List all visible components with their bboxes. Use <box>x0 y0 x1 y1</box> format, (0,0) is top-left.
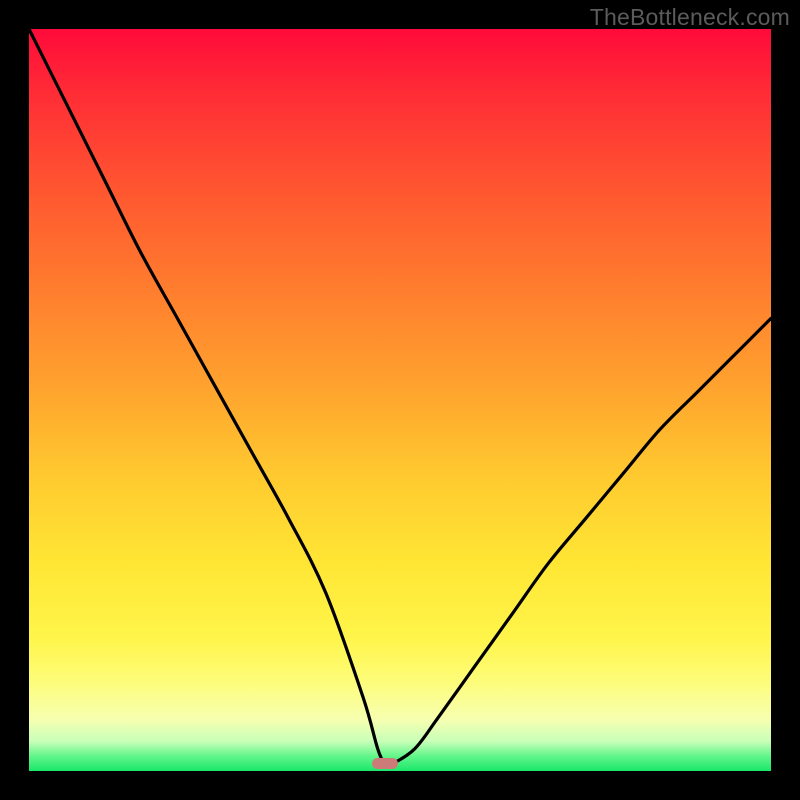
watermark-text: TheBottleneck.com <box>590 4 790 31</box>
plot-area <box>29 29 771 771</box>
optimal-marker <box>372 758 398 770</box>
bottleneck-curve <box>29 29 771 771</box>
chart-frame: TheBottleneck.com <box>0 0 800 800</box>
curve-path <box>29 29 771 765</box>
